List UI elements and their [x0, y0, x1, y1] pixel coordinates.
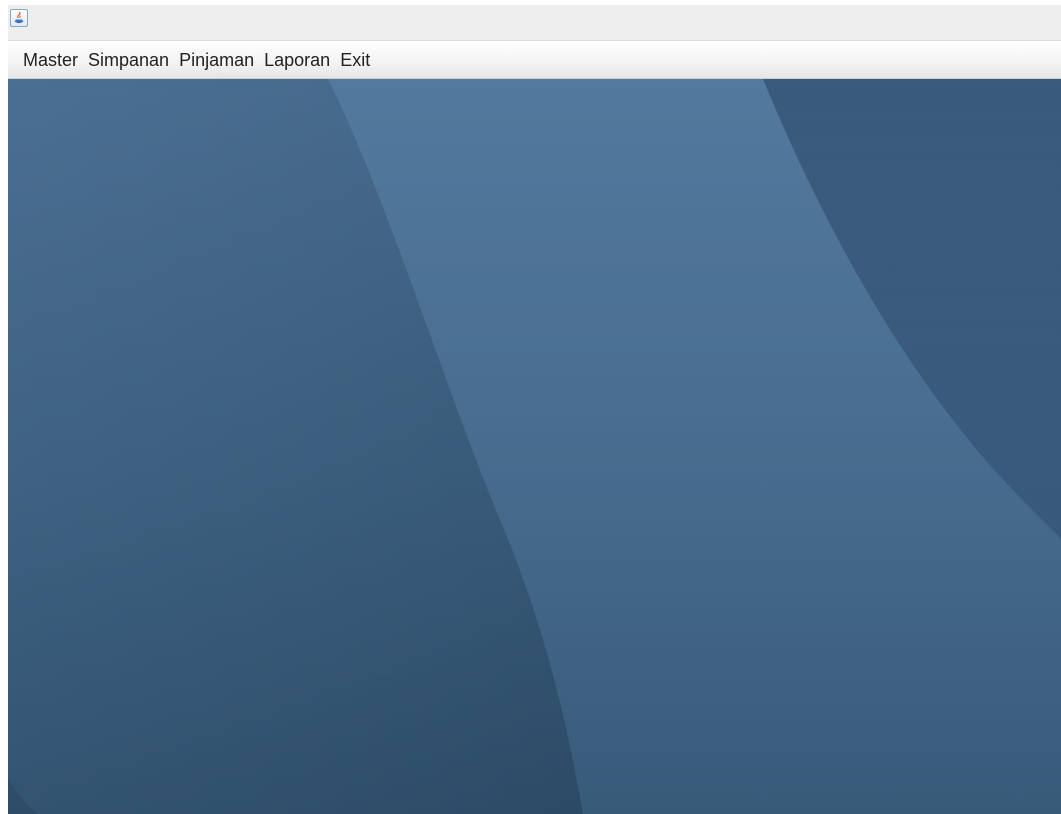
desktop-pane [8, 79, 1061, 814]
menu-pinjaman[interactable]: Pinjaman [174, 48, 259, 72]
desktop-wallpaper [8, 79, 1061, 814]
app-window: Master Simpanan Pinjaman Laporan Exit [8, 5, 1061, 814]
menu-exit[interactable]: Exit [335, 48, 375, 72]
menu-simpanan[interactable]: Simpanan [83, 48, 174, 72]
java-coffee-icon[interactable] [10, 9, 28, 27]
menu-laporan[interactable]: Laporan [259, 48, 335, 72]
menu-master[interactable]: Master [18, 48, 83, 72]
menu-bar: Master Simpanan Pinjaman Laporan Exit [8, 41, 1061, 79]
title-bar [8, 5, 1061, 41]
